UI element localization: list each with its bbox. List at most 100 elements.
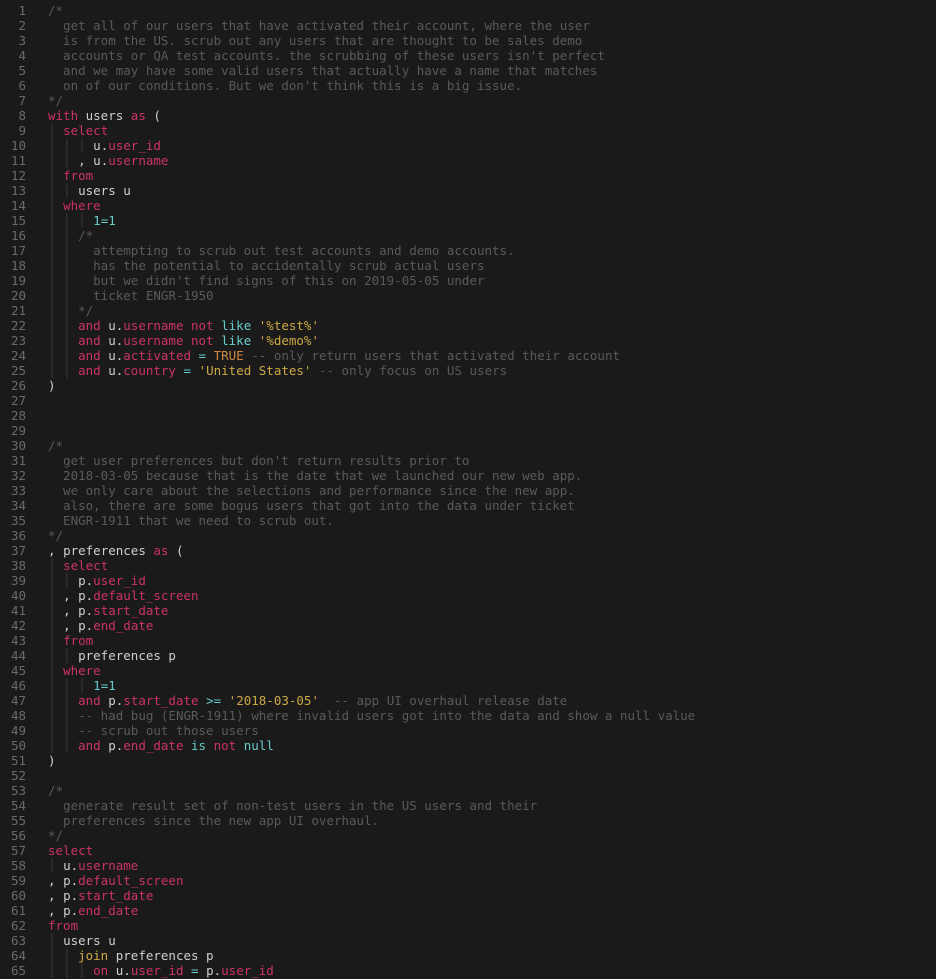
code-line[interactable]: │ from [48, 168, 936, 183]
code-content[interactable]: /* get all of our users that have activa… [36, 0, 936, 979]
line-number: 38 [6, 558, 26, 573]
code-line[interactable]: │ │ join preferences p [48, 948, 936, 963]
code-line[interactable]: │ │ and u.activated = TRUE -- only retur… [48, 348, 936, 363]
line-number: 20 [6, 288, 26, 303]
line-number: 18 [6, 258, 26, 273]
code-line[interactable]: │ where [48, 198, 936, 213]
code-line[interactable]: on of our conditions. But we don't think… [48, 78, 936, 93]
code-line[interactable]: │ │ p.user_id [48, 573, 936, 588]
code-line[interactable]: /* [48, 3, 936, 18]
code-line[interactable]: generate result set of non-test users in… [48, 798, 936, 813]
code-line[interactable]: │ users u [48, 933, 936, 948]
code-line[interactable]: ) [48, 378, 936, 393]
token-punct: , [48, 543, 63, 558]
code-line[interactable]: │ u.username [48, 858, 936, 873]
line-number: 59 [6, 873, 26, 888]
token-ident: preferences p [78, 648, 176, 663]
token-col: end_date [93, 618, 153, 633]
code-line[interactable]: │ │ */ [48, 303, 936, 318]
token-ident: preferences p [108, 948, 213, 963]
code-line[interactable]: │ , p.start_date [48, 603, 936, 618]
code-line[interactable]: │ │ users u [48, 183, 936, 198]
token-col: username [108, 153, 168, 168]
code-line[interactable]: */ [48, 528, 936, 543]
code-line[interactable]: │ │ ticket ENGR-1950 [48, 288, 936, 303]
code-line[interactable]: │ where [48, 663, 936, 678]
code-line[interactable] [48, 423, 936, 438]
token-ident [214, 318, 222, 333]
code-line[interactable]: select [48, 843, 936, 858]
code-line[interactable]: , preferences as ( [48, 543, 936, 558]
token-punct: ( [168, 543, 183, 558]
line-number: 61 [6, 903, 26, 918]
code-line[interactable]: │ │ │ 1=1 [48, 678, 936, 693]
line-number: 60 [6, 888, 26, 903]
code-line[interactable] [48, 408, 936, 423]
code-line[interactable]: also, there are some bogus users that go… [48, 498, 936, 513]
token-punct: , [48, 873, 63, 888]
token-str: '2018-03-05' [229, 693, 319, 708]
code-line[interactable]: │ │ and u.username not like '%demo%' [48, 333, 936, 348]
code-line[interactable]: ) [48, 753, 936, 768]
token-comment: */ [48, 528, 63, 543]
token-indent: │ [48, 168, 63, 183]
code-line[interactable]: │ │ │ 1=1 [48, 213, 936, 228]
code-line[interactable]: │ , p.default_screen [48, 588, 936, 603]
code-line[interactable]: │ │ -- scrub out those users [48, 723, 936, 738]
code-line[interactable]: is from the US. scrub out any users that… [48, 33, 936, 48]
token-comment: */ [78, 303, 93, 318]
code-line[interactable]: get user preferences but don't return re… [48, 453, 936, 468]
line-number: 4 [6, 48, 26, 63]
code-line[interactable]: │ │ , u.username [48, 153, 936, 168]
token-comment: preferences since the new app UI overhau… [48, 813, 379, 828]
code-line[interactable] [48, 393, 936, 408]
code-line[interactable]: get all of our users that have activated… [48, 18, 936, 33]
token-keyword: as [131, 108, 146, 123]
code-line[interactable]: ENGR-1911 that we need to scrub out. [48, 513, 936, 528]
code-line[interactable]: from [48, 918, 936, 933]
code-line[interactable]: │ │ and p.end_date is not null [48, 738, 936, 753]
code-line[interactable] [48, 768, 936, 783]
token-num: 1 [93, 678, 101, 693]
code-line[interactable]: 2018-03-05 because that is the date that… [48, 468, 936, 483]
line-number: 48 [6, 708, 26, 723]
code-line[interactable]: and we may have some valid users that ac… [48, 63, 936, 78]
code-line[interactable]: we only care about the selections and pe… [48, 483, 936, 498]
token-comment: ENGR-1911 that we need to scrub out. [48, 513, 334, 528]
code-line[interactable]: */ [48, 828, 936, 843]
token-comment: accounts or QA test accounts. the scrubb… [48, 48, 605, 63]
code-editor[interactable]: 1234567891011121314151617181920212223242… [0, 0, 936, 979]
code-line[interactable]: │ │ preferences p [48, 648, 936, 663]
code-line[interactable]: │ │ │ on u.user_id = p.user_id [48, 963, 936, 978]
code-line[interactable]: , p.default_screen [48, 873, 936, 888]
code-line[interactable]: │ select [48, 123, 936, 138]
code-line[interactable]: │ │ /* [48, 228, 936, 243]
line-number: 64 [6, 948, 26, 963]
code-line[interactable]: │ │ │ u.user_id [48, 138, 936, 153]
token-ident [206, 348, 214, 363]
token-col: activated [123, 348, 191, 363]
code-line[interactable]: │ │ but we didn't find signs of this on … [48, 273, 936, 288]
code-line[interactable]: │ select [48, 558, 936, 573]
token-not: null [244, 738, 274, 753]
code-line[interactable]: │ │ -- had bug (ENGR-1911) where invalid… [48, 708, 936, 723]
code-line[interactable]: /* [48, 438, 936, 453]
code-line[interactable]: preferences since the new app UI overhau… [48, 813, 936, 828]
code-line[interactable]: │ │ and u.country = 'United States' -- o… [48, 363, 936, 378]
code-line[interactable]: │ │ attempting to scrub out test account… [48, 243, 936, 258]
token-punct: ) [48, 753, 56, 768]
code-line[interactable]: │ │ and p.start_date >= '2018-03-05' -- … [48, 693, 936, 708]
code-line[interactable]: accounts or QA test accounts. the scrubb… [48, 48, 936, 63]
code-line[interactable]: │ , p.end_date [48, 618, 936, 633]
code-line[interactable]: /* [48, 783, 936, 798]
code-line[interactable]: │ │ has the potential to accidentally sc… [48, 258, 936, 273]
code-line[interactable]: │ │ and u.username not like '%test%' [48, 318, 936, 333]
token-col: user_id [221, 963, 274, 978]
code-line[interactable]: with users as ( [48, 108, 936, 123]
code-line[interactable]: , p.end_date [48, 903, 936, 918]
token-indent: │ │ [48, 738, 78, 753]
code-line[interactable]: */ [48, 93, 936, 108]
code-line[interactable]: , p.start_date [48, 888, 936, 903]
code-line[interactable]: │ from [48, 633, 936, 648]
token-ident: p [63, 903, 71, 918]
